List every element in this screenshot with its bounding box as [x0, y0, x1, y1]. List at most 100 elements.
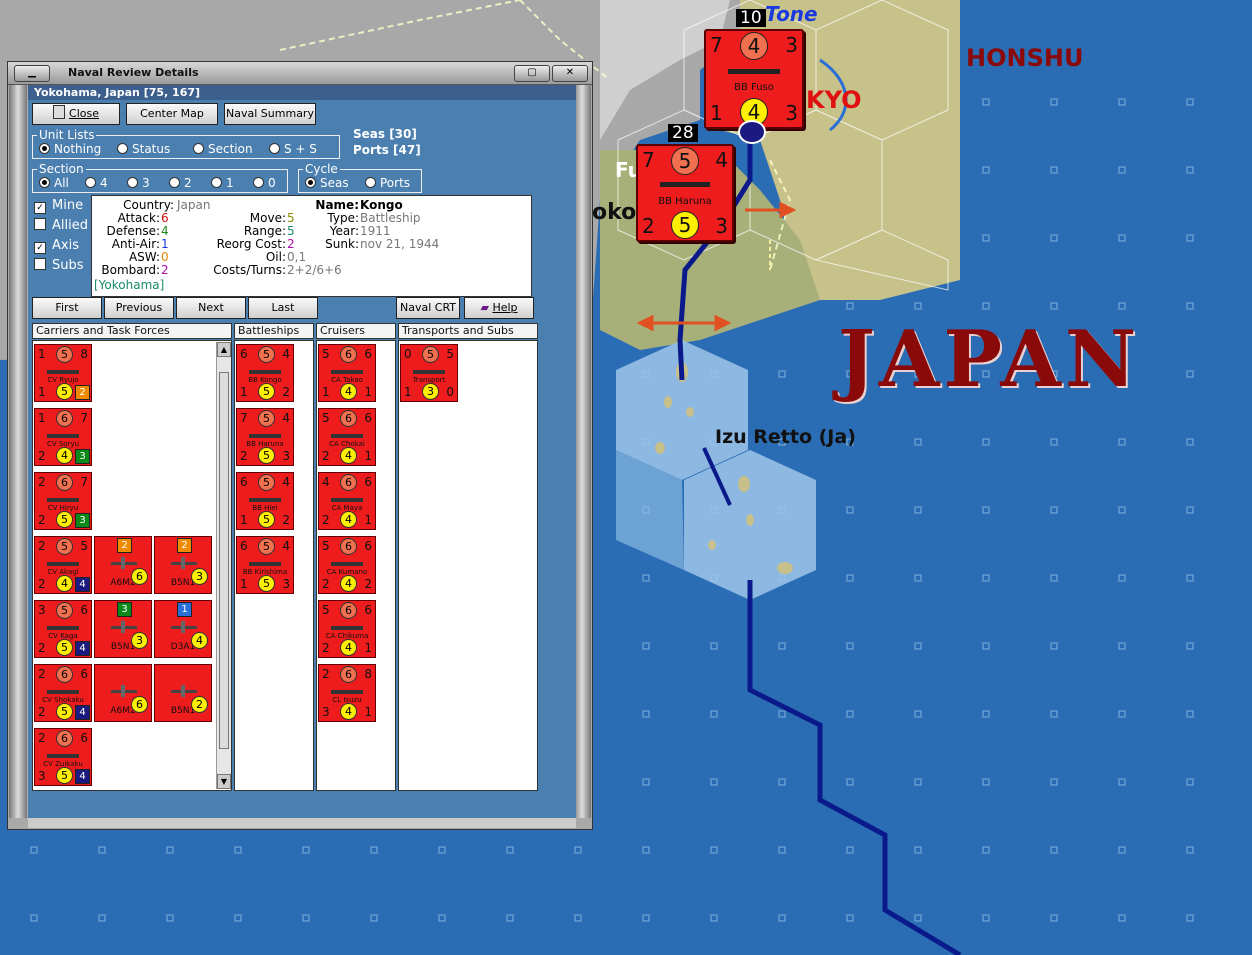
help-button[interactable]: ▰ Help	[464, 297, 534, 319]
aircraft-counter[interactable]: B5N1 2	[154, 664, 212, 722]
naval-summary-button[interactable]: Naval Summary	[224, 103, 316, 125]
battleship-counter[interactable]: 6 5 4 BB Hiei 1 5 2	[236, 472, 294, 530]
sunk-key: Sunk:	[325, 237, 359, 251]
counter-range: 5	[446, 347, 454, 361]
minimize-icon[interactable]: ▁	[14, 65, 50, 82]
counter-move: 6	[56, 730, 73, 747]
carrier-counter[interactable]: 2 6 7 CV Hiryu 2 5 3	[34, 472, 92, 530]
cruiser-counter[interactable]: 5 6 6 CA Kumano 2 4 2	[318, 536, 376, 594]
close-button-label: Close	[69, 107, 99, 120]
counter-defense: 2	[240, 449, 248, 463]
counter-sunk: 3	[715, 214, 728, 238]
aircraft-counter[interactable]: 2 A6M2 6	[94, 536, 152, 594]
previous-button[interactable]: Previous	[104, 297, 174, 319]
counter-sunk: 2	[282, 385, 290, 399]
radio-4[interactable]: 4	[85, 176, 108, 190]
filter-mine[interactable]: ✓ Mine	[34, 198, 83, 214]
first-button[interactable]: First	[32, 297, 102, 319]
aircraft-counter[interactable]: 3 B5N1 3	[94, 600, 152, 658]
counter-bottom: 5	[671, 211, 699, 239]
tokyo-label: KYO	[806, 86, 862, 114]
counter-bottom: 4	[56, 447, 73, 464]
ship-silhouette	[331, 562, 363, 566]
center-map-button[interactable]: Center Map	[126, 103, 218, 125]
counter-defense: 3	[322, 705, 330, 719]
izu-retto-label: Izu Retto (Ja)	[715, 426, 856, 448]
cruiser-counter[interactable]: 2 6 8 CL Isuzu 3 4 1	[318, 664, 376, 722]
naval-crt-button[interactable]: Naval CRT	[396, 297, 460, 319]
battleship-counter[interactable]: 7 5 4 BB Haruna 2 5 3	[236, 408, 294, 466]
radio-2[interactable]: 2	[169, 176, 192, 190]
tone-label: Tone	[765, 2, 818, 26]
next-button[interactable]: Next	[176, 297, 246, 319]
radio-nothing[interactable]: Nothing	[39, 142, 101, 156]
counter-defense: 2	[38, 577, 46, 591]
aircraft-counter[interactable]: 2 B5N1 3	[154, 536, 212, 594]
carrier-counter[interactable]: 2 6 6 CV Shokaku 2 5 4	[34, 664, 92, 722]
counter-bottom: 5	[258, 511, 275, 528]
cruiser-counter[interactable]: 4 6 6 CA Maya 2 4 1	[318, 472, 376, 530]
window-left-frame	[9, 85, 27, 818]
counter-sunk: 3	[282, 577, 290, 591]
counter-attack: 5	[322, 539, 330, 553]
radio-0[interactable]: 0	[253, 176, 276, 190]
country-value: Japan	[177, 198, 211, 212]
japan-label: JAPAN	[838, 314, 1141, 405]
bombard-value: 2	[161, 263, 169, 277]
map-counter-bb-haruna[interactable]: 7 5 4 BB Haruna 2 5 3	[636, 144, 734, 242]
radio-section[interactable]: Section	[193, 142, 253, 156]
yokohama-label-partial: oko	[592, 200, 637, 225]
radio-status[interactable]: Status	[117, 142, 170, 156]
oil-key: Oil:	[265, 250, 286, 264]
battleship-counter[interactable]: 6 5 4 BB Kongo 1 5 2	[236, 344, 294, 402]
carrier-counter[interactable]: 1 5 8 CV Ryujo 1 5 2	[34, 344, 92, 402]
scroll-down-arrow[interactable]: ▼	[217, 774, 231, 789]
carrier-counter[interactable]: 2 5 5 CV Akagi 2 4 4	[34, 536, 92, 594]
counter-attack: 1	[38, 347, 46, 361]
cruiser-counter[interactable]: 5 6 6 CA Chokai 2 4 1	[318, 408, 376, 466]
radio-s-plus-s[interactable]: S + S	[269, 142, 317, 156]
counter-attack: 5	[322, 603, 330, 617]
air-strength-badge: 2	[117, 538, 132, 553]
carrier-counter[interactable]: 3 5 6 CV Kaga 2 5 4	[34, 600, 92, 658]
ship-silhouette	[249, 498, 281, 502]
counter-sunk: 1	[364, 385, 372, 399]
battleship-silhouette	[728, 69, 780, 74]
counter-sunk: 1	[364, 513, 372, 527]
close-button[interactable]: Close	[32, 103, 120, 125]
naval-base-icon[interactable]	[738, 120, 766, 144]
counter-defense: 3	[38, 769, 46, 783]
filter-allied[interactable]: Allied	[34, 218, 88, 233]
counter-attack: 7	[240, 411, 248, 425]
counter-bottom: 4	[340, 575, 357, 592]
carrier-counter[interactable]: 1 6 7 CV Soryu 2 4 3	[34, 408, 92, 466]
counter-name: BB Haruna	[658, 196, 712, 207]
filter-subs[interactable]: Subs	[34, 258, 84, 273]
radio-seas[interactable]: Seas	[305, 176, 349, 190]
cruiser-counter[interactable]: 5 6 6 CA Takao 1 4 1	[318, 344, 376, 402]
radio-1[interactable]: 1	[211, 176, 234, 190]
radio-ports[interactable]: Ports	[365, 176, 410, 190]
battleship-counter[interactable]: 6 5 4 BB Kirishima 1 5 3	[236, 536, 294, 594]
radio-all[interactable]: All	[39, 176, 69, 190]
radio-3[interactable]: 3	[127, 176, 150, 190]
last-button[interactable]: Last	[248, 297, 318, 319]
counter-range: 6	[80, 667, 88, 681]
cruiser-counter[interactable]: 5 6 6 CA Chikuma 2 4 1	[318, 600, 376, 658]
aircraft-counter[interactable]: A6M2 6	[94, 664, 152, 722]
reorg-value: 2	[287, 237, 295, 251]
counter-attack: 4	[322, 475, 330, 489]
scroll-thumb[interactable]	[219, 372, 229, 749]
map-counter-bb-fuso[interactable]: 7 4 3 BB Fuso 1 4 3	[704, 29, 804, 129]
close-window-icon[interactable]: ✕	[552, 65, 588, 82]
aircraft-counter[interactable]: 1 D3A1 4	[154, 600, 212, 658]
scroll-up-arrow[interactable]: ▲	[217, 342, 231, 357]
counter-range: 3	[785, 33, 798, 57]
ship-silhouette	[47, 562, 79, 566]
restore-icon[interactable]: ▢	[514, 65, 550, 82]
transport-counter[interactable]: 0 5 5 Transport 1 3 0	[400, 344, 458, 402]
window-titlebar[interactable]: ▁ Naval Review Details ▢ ✕	[8, 62, 592, 85]
filter-axis[interactable]: ✓ Axis	[34, 238, 79, 254]
carriers-scrollbar[interactable]: ▲ ▼	[216, 342, 231, 789]
carrier-counter[interactable]: 2 6 6 CV Zuikaku 3 5 4	[34, 728, 92, 786]
